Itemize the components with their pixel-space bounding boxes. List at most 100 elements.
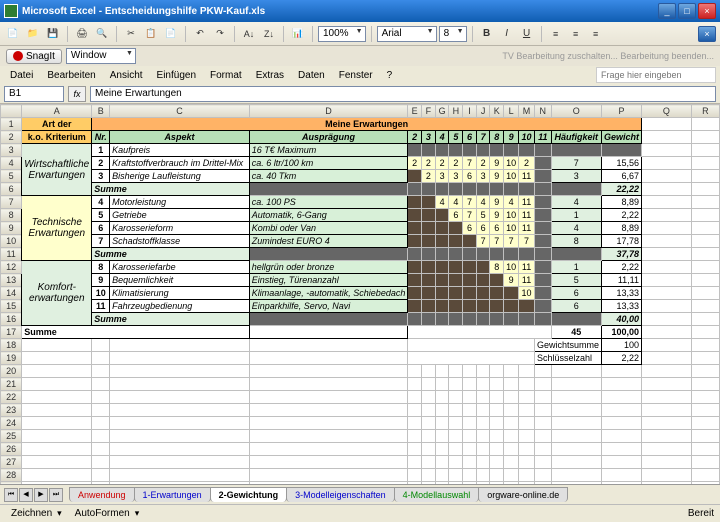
snagit-button[interactable]: SnagIt [6,49,62,64]
cell[interactable]: 7 [476,235,490,248]
zoom-select[interactable]: 100% [318,26,366,42]
cell[interactable]: 16 T€ Maximum [249,144,408,157]
align-center-icon[interactable]: ≡ [567,25,585,43]
snagit-window-select[interactable]: Window [66,48,136,64]
cell[interactable]: 9 [92,274,110,287]
menu-daten[interactable]: Daten [292,68,331,83]
cell[interactable]: 11 [519,274,535,287]
row-header[interactable]: 8 [1,209,22,222]
cell[interactable]: 10 [504,261,519,274]
cell-selected[interactable]: Meine Erwartungen [92,118,642,131]
col-header[interactable]: A [22,105,92,118]
cell[interactable]: 1 [92,144,110,157]
cell[interactable]: 2 [422,170,436,183]
row-header[interactable]: 26 [1,443,22,456]
worksheet[interactable]: A B C D E F G H I J K L M N O P Q R 1 Ar… [0,104,720,484]
cell[interactable]: 6 [463,131,477,144]
cell[interactable]: 8 [490,131,504,144]
cell[interactable]: 2 [422,157,436,170]
cell[interactable]: 7 [476,131,490,144]
col-header[interactable]: P [602,105,642,118]
row-header[interactable]: 15 [1,300,22,313]
cell[interactable]: 6 [92,222,110,235]
cell[interactable]: Schlüsselzahl [534,352,601,365]
cell[interactable]: Kaufpreis [110,144,250,157]
cell[interactable]: 11 [519,196,535,209]
tab-modelleigenschaften[interactable]: 3-Modelleigenschaften [286,487,395,502]
cell[interactable]: 2 [519,157,535,170]
cell[interactable]: Ausprägung [249,131,408,144]
cell[interactable]: 10 [504,209,519,222]
menu-einfuegen[interactable]: Einfügen [151,68,202,83]
col-header[interactable]: N [534,105,551,118]
cell[interactable]: 4 [449,196,463,209]
menu-bearbeiten[interactable]: Bearbeiten [41,68,101,83]
cell[interactable]: Gewicht [602,131,642,144]
cell-group[interactable]: TechnischeErwartungen [22,196,92,261]
menu-ansicht[interactable]: Ansicht [104,68,149,83]
cell[interactable]: 40,00 [602,313,642,326]
cell[interactable]: Summe [22,326,249,339]
cell[interactable]: 4 [476,196,490,209]
row-header[interactable]: 3 [1,144,22,157]
col-header[interactable]: G [435,105,449,118]
minimize-button[interactable]: _ [658,3,676,19]
copy-icon[interactable]: 📋 [142,25,160,43]
row-header[interactable]: 18 [1,339,22,352]
cell[interactable]: 45 [551,326,601,339]
row-header[interactable]: 19 [1,352,22,365]
cell[interactable]: 3 [92,170,110,183]
cell[interactable]: Häufigkeit [551,131,601,144]
row-header[interactable]: 23 [1,404,22,417]
cell[interactable]: Karosseriefarbe [110,261,250,274]
cell[interactable]: 100,00 [602,326,642,339]
cell[interactable]: 6 [551,287,601,300]
cell[interactable]: 17,78 [602,235,642,248]
cell[interactable]: 8 [92,261,110,274]
cell[interactable]: Bequemlichkeit [110,274,250,287]
cell[interactable]: 3 [476,170,490,183]
cell[interactable]: Einstieg, Türenanzahl [249,274,408,287]
cell[interactable]: 7 [463,209,477,222]
row-header[interactable]: 10 [1,235,22,248]
cell[interactable]: Summe [92,313,249,326]
undo-icon[interactable]: ↶ [191,25,209,43]
tab-last-icon[interactable]: ⏭ [49,488,63,502]
row-header[interactable]: 5 [1,170,22,183]
row-header[interactable]: 11 [1,248,22,261]
row-header[interactable]: 28 [1,469,22,482]
underline-icon[interactable]: U [518,25,536,43]
cell[interactable]: 10 [519,287,535,300]
cell-group[interactable]: Komfort-erwartungen [22,261,92,326]
col-header[interactable]: R [691,105,719,118]
cell[interactable]: 37,78 [602,248,642,261]
row-header[interactable]: 29 [1,482,22,485]
tab-erwartungen[interactable]: 1-Erwartungen [134,487,211,502]
cell[interactable]: 11 [534,131,551,144]
cell[interactable]: Summe [92,248,249,261]
row-header[interactable]: 16 [1,313,22,326]
cell[interactable]: 4 [435,196,449,209]
cell-group[interactable]: WirtschaftlicheErwartungen [22,144,92,196]
cell[interactable]: 9 [504,131,519,144]
cell[interactable]: Schadstoffklasse [110,235,250,248]
cell[interactable]: 6 [449,209,463,222]
tab-prev-icon[interactable]: ◀ [19,488,33,502]
tab-next-icon[interactable]: ▶ [34,488,48,502]
cell[interactable]: 1 [551,261,601,274]
cell[interactable]: Aspekt [110,131,250,144]
col-header[interactable]: I [463,105,477,118]
cell[interactable]: 4 [504,196,519,209]
row-header[interactable]: 22 [1,391,22,404]
cell[interactable]: 7 [504,235,519,248]
cell[interactable]: Summe [92,183,249,196]
cell[interactable]: 15,56 [602,157,642,170]
cell[interactable]: 3 [422,131,436,144]
cell[interactable]: 11 [519,222,535,235]
paste-icon[interactable]: 📄 [162,25,180,43]
bold-icon[interactable]: B [478,25,496,43]
fx-button[interactable]: fx [68,86,86,102]
draw-menu[interactable]: Zeichnen [6,506,57,521]
cell[interactable]: hellgrün oder bronze [249,261,408,274]
font-select[interactable]: Arial [377,26,437,42]
